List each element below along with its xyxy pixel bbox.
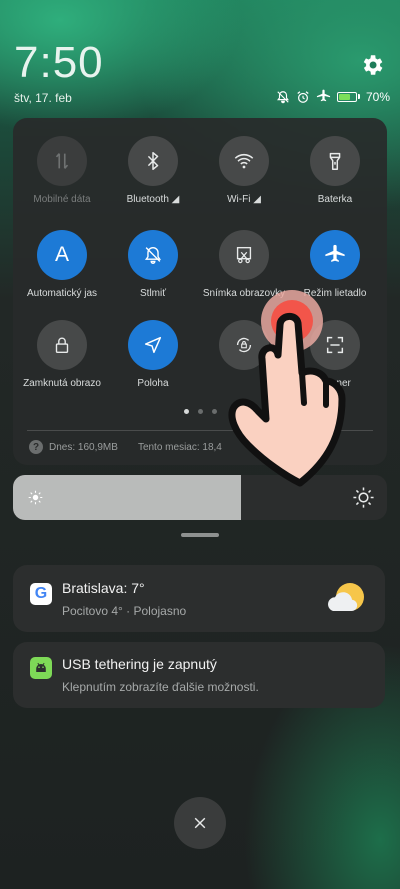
notification-text: Pocitovo 4° · Polojasno <box>62 604 187 618</box>
mobile-data-icon <box>37 136 87 186</box>
scanner-icon <box>310 320 360 370</box>
status-icons: 70% <box>276 89 390 104</box>
partly-cloudy-icon <box>327 581 367 615</box>
tile-wifi[interactable]: Wi-Fi ◢ <box>198 136 290 205</box>
flashlight-icon <box>310 136 360 186</box>
tile-label: Mobilné dáta <box>33 194 91 205</box>
tile-label: Skener <box>319 378 351 389</box>
quick-settings-panel: Mobilné dáta Bluetooth ◢ Wi-Fi ◢ Baterka… <box>13 118 387 465</box>
clock[interactable]: 7:50 <box>14 38 104 88</box>
drag-handle[interactable] <box>181 533 219 537</box>
airplane-icon <box>310 230 360 280</box>
wifi-icon <box>219 136 269 186</box>
auto-brightness-icon: A <box>37 230 87 280</box>
page-dot <box>211 409 217 414</box>
settings-gear-icon[interactable] <box>359 52 385 78</box>
data-usage-today: Dnes: 160,9MB <box>49 441 118 453</box>
tile-scanner[interactable]: Skener <box>289 320 381 389</box>
notification-weather[interactable]: G Bratislava: 7° Pocitovo 4° · Polojasno <box>13 565 385 632</box>
rotation-lock-icon <box>219 320 269 370</box>
tile-mute[interactable]: Stlmiť <box>107 230 199 299</box>
page-dot <box>183 409 189 414</box>
page-dot <box>197 409 203 414</box>
tile-mobile-data[interactable]: Mobilné dáta <box>16 136 108 205</box>
brightness-slider[interactable] <box>13 475 387 520</box>
brightness-high-icon <box>352 486 375 509</box>
clear-notifications-button[interactable] <box>174 797 226 849</box>
tile-label: Zamknutá obrazo <box>23 378 101 389</box>
battery-percent: 70% <box>365 89 390 104</box>
bluetooth-icon <box>128 136 178 186</box>
notification-title: USB tethering je zapnutý <box>62 656 217 672</box>
tile-bluetooth[interactable]: Bluetooth ◢ <box>107 136 199 205</box>
tile-lock-screen[interactable]: Zamknutá obrazo <box>16 320 108 389</box>
tile-label: Stlmiť <box>140 288 166 299</box>
tile-label: Poloha <box>137 378 169 389</box>
notification-text: Klepnutím zobrazíte ďalšie možnosti. <box>62 680 259 694</box>
tile-rotation-lock[interactable] <box>198 320 290 378</box>
tile-label: Bluetooth ◢ <box>126 194 180 205</box>
tile-label: Snímka obrazovky <box>202 288 286 299</box>
silent-bell-icon <box>276 90 290 104</box>
location-icon <box>128 320 178 370</box>
brightness-fill <box>13 475 242 520</box>
screenshot-icon <box>219 230 269 280</box>
tile-label: Automatický jas <box>26 288 98 299</box>
brightness-low-icon <box>27 489 44 506</box>
help-icon: ? <box>29 440 43 454</box>
tile-screenshot[interactable]: Snímka obrazovky <box>198 230 290 299</box>
tile-label: Režim lietadlo <box>303 288 367 299</box>
mute-bell-icon <box>128 230 178 280</box>
lock-icon <box>37 320 87 370</box>
android-icon <box>30 657 52 679</box>
alarm-icon <box>296 90 310 104</box>
data-usage-month: Tento mesiac: 18,4 <box>137 441 222 453</box>
google-icon: G <box>30 583 52 605</box>
tile-auto-brightness[interactable]: A Automatický jas <box>16 230 108 299</box>
page-indicator <box>13 409 387 414</box>
tile-label: Baterka <box>317 194 353 205</box>
tile-flashlight[interactable]: Baterka <box>289 136 381 205</box>
airplane-status-icon <box>316 89 331 104</box>
divider <box>27 430 373 431</box>
tile-location[interactable]: Poloha <box>107 320 199 389</box>
date[interactable]: štv, 17. feb <box>14 91 72 105</box>
tile-label: Wi-Fi ◢ <box>227 194 261 205</box>
notification-title: Bratislava: 7° <box>62 580 145 596</box>
battery-charging-icon <box>336 91 360 102</box>
notification-usb-tethering[interactable]: USB tethering je zapnutý Klepnutím zobra… <box>13 642 385 708</box>
data-usage: ? Dnes: 160,9MB Tento mesiac: 18,4 <box>29 440 222 454</box>
tile-airplane-mode[interactable]: Režim lietadlo <box>289 230 381 299</box>
auto-brightness-letter: A <box>54 243 69 266</box>
close-icon <box>194 817 206 829</box>
